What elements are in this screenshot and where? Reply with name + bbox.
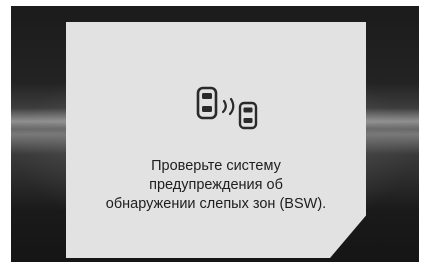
warning-message-line-3: обнаружении слепых зон (BSW). [105,196,327,212]
bsw-warning-popup: Проверьте систему предупреждения об обна… [66,22,366,258]
warning-message: Проверьте систему предупреждения об обна… [76,157,356,214]
warning-message-line-1: Проверьте систему [151,158,281,174]
warning-message-line-2: предупреждения об [149,177,283,193]
dashboard-display: Проверьте систему предупреждения об обна… [11,6,419,262]
blind-spot-warning-icon [196,86,258,130]
